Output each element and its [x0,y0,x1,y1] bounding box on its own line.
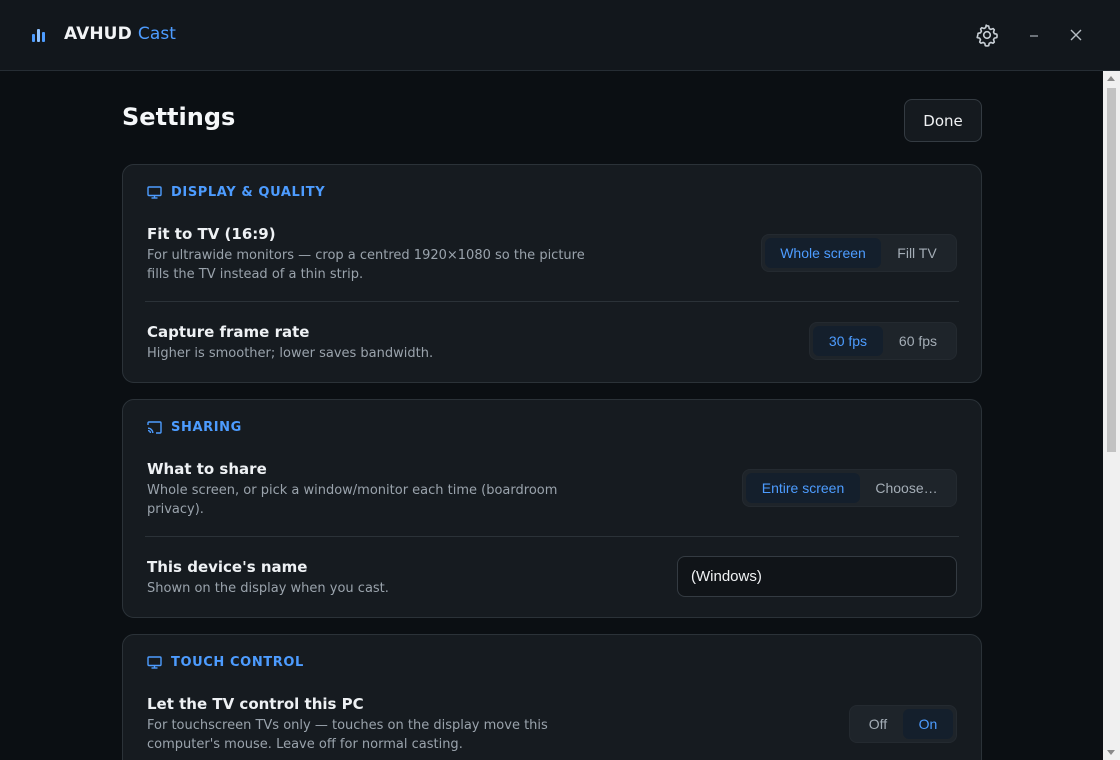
frame-rate-option-30[interactable]: 30 fps [813,326,883,356]
settings-scroll-area: Settings Done DISPLAY & QUALITY Fit to T… [0,71,1103,760]
sharing-card: SHARING What to share Whole screen, or p… [122,399,982,618]
vertical-scrollbar[interactable] [1103,71,1120,760]
display-quality-heading: DISPLAY & QUALITY [147,185,325,200]
touch-option-off[interactable]: Off [853,709,903,739]
fit-to-tv-toggle[interactable]: Whole screen Fill TV [761,234,957,272]
app-title: AVHUD Cast [64,24,177,44]
touch-control-toggle[interactable]: Off On [849,705,957,743]
frame-rate-option-60[interactable]: 60 fps [883,326,953,356]
share-option-choose[interactable]: Choose… [860,473,953,503]
monitor-icon [147,186,162,199]
frame-rate-toggle[interactable]: 30 fps 60 fps [809,322,957,360]
divider [145,536,959,537]
touch-control-title: Let the TV control this PC [147,695,364,713]
device-name-description: Shown on the display when you cast. [147,581,389,596]
display-quality-card: DISPLAY & QUALITY Fit to TV (16:9) For u… [122,164,982,383]
what-to-share-title: What to share [147,460,267,478]
app-logo-icon [32,29,46,42]
fit-to-tv-description: For ultrawide monitors — crop a centred … [147,248,585,282]
frame-rate-description: Higher is smoother; lower saves bandwidt… [147,346,434,361]
frame-rate-title: Capture frame rate [147,323,310,341]
touch-option-on[interactable]: On [903,709,953,739]
sharing-heading: SHARING [147,420,242,435]
what-to-share-description: Whole screen, or pick a window/monitor e… [147,483,558,517]
device-name-title: This device's name [147,558,308,576]
cast-icon [147,421,162,434]
device-name-input[interactable] [677,556,957,597]
fit-option-fill-tv[interactable]: Fill TV [881,238,953,268]
fit-option-whole-screen[interactable]: Whole screen [765,238,881,268]
done-button[interactable]: Done [904,99,982,142]
what-to-share-toggle[interactable]: Entire screen Choose… [742,469,957,507]
title-bar: AVHUD Cast [0,0,1120,71]
share-option-entire-screen[interactable]: Entire screen [746,473,860,503]
fit-to-tv-title: Fit to TV (16:9) [147,225,276,243]
scroll-up-icon[interactable] [1107,76,1115,81]
touch-control-heading: TOUCH CONTROL [147,655,304,670]
page-title: Settings [122,103,236,131]
touch-control-description: For touchscreen TVs only — touches on th… [147,718,548,752]
touch-control-card: TOUCH CONTROL Let the TV control this PC… [122,634,982,760]
scroll-down-icon[interactable] [1107,750,1115,755]
minimize-icon[interactable] [1021,22,1047,48]
close-icon[interactable] [1063,22,1089,48]
gear-icon[interactable] [974,22,1000,48]
scrollbar-thumb[interactable] [1107,88,1116,452]
divider [145,301,959,302]
monitor-icon [147,656,162,669]
